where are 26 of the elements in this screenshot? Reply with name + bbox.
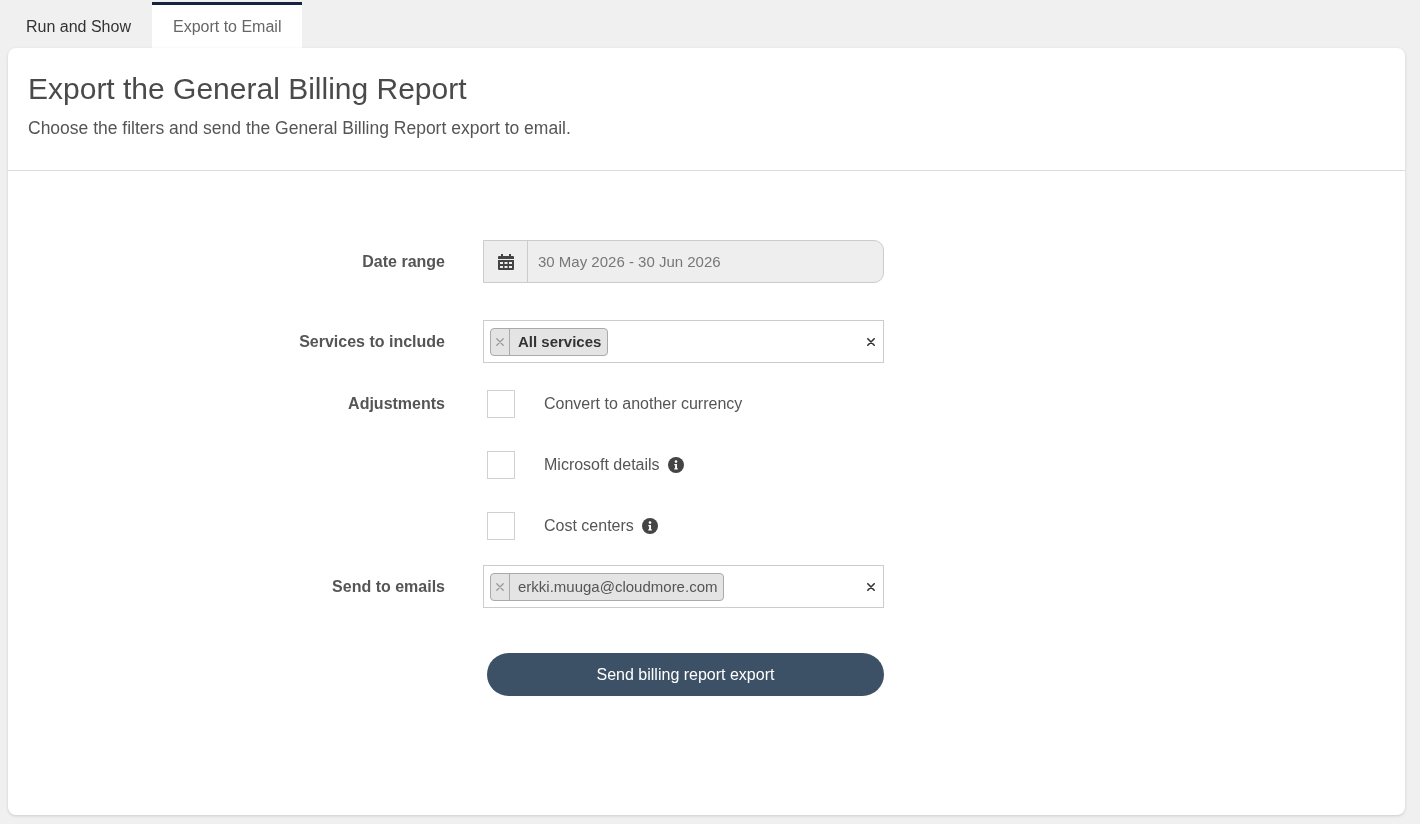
tag-text: erkki.muuga@cloudmore.com bbox=[517, 577, 719, 597]
tab[interactable]: Run and Show bbox=[5, 2, 152, 48]
checkbox-label: Cost centers bbox=[544, 517, 634, 535]
close-icon bbox=[496, 337, 504, 346]
close-icon bbox=[867, 582, 875, 591]
checkbox[interactable] bbox=[487, 512, 515, 540]
clear-button[interactable] bbox=[865, 582, 877, 591]
page-title: Export the General Billing Report bbox=[28, 72, 467, 106]
clear-button[interactable] bbox=[865, 337, 877, 346]
checkbox-label: Microsoft details bbox=[544, 456, 660, 474]
field-label: Adjustments bbox=[348, 394, 445, 414]
close-icon bbox=[496, 582, 504, 591]
field-label: Date range bbox=[362, 252, 445, 271]
send-button[interactable]: Send billing report export bbox=[487, 653, 884, 696]
close-icon bbox=[867, 337, 875, 346]
calendar-icon bbox=[497, 253, 514, 270]
field-label: Services to include bbox=[299, 332, 445, 351]
tab[interactable]: Export to Email bbox=[151, 2, 303, 48]
checkbox-label: Convert to another currency bbox=[544, 395, 743, 413]
page-subtitle: Choose the filters and send the General Billing Report export to email. bbox=[28, 117, 571, 140]
checkbox[interactable] bbox=[487, 390, 515, 418]
email-input-field[interactable]: erkki.muuga@cloudmore.com bbox=[483, 565, 884, 608]
service-select-field[interactable]: All services bbox=[483, 320, 884, 363]
field-label: Send to emails bbox=[332, 577, 445, 596]
checkbox[interactable] bbox=[487, 451, 515, 479]
tag-text: All services bbox=[517, 332, 603, 352]
